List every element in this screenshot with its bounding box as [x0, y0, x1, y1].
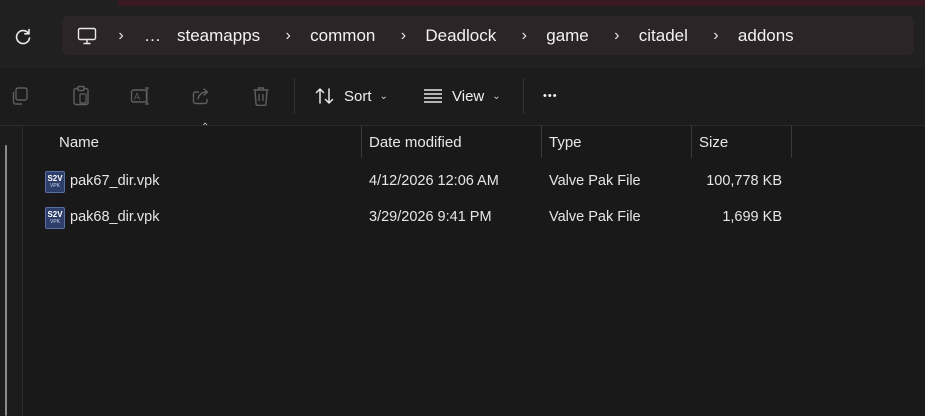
window-edge: [118, 0, 925, 6]
vpk-file-icon: S2V VPK: [45, 171, 65, 193]
file-icon-label: S2V: [47, 174, 63, 183]
breadcrumb-chevron[interactable]: ›: [516, 27, 532, 44]
refresh-button[interactable]: [10, 24, 36, 50]
column-header-name[interactable]: Name: [59, 126, 359, 158]
paste-button[interactable]: [70, 85, 92, 107]
clipboard-icon: [73, 85, 89, 106]
more-icon: •••: [543, 90, 558, 102]
file-name[interactable]: pak68_dir.vpk: [70, 199, 159, 235]
table-row[interactable]: S2V VPK pak68_dir.vpk 3/29/2026 9:41 PM …: [22, 199, 925, 235]
file-type: Valve Pak File: [549, 209, 641, 225]
column-divider[interactable]: [691, 126, 692, 158]
file-size: 1,699 KB: [722, 209, 782, 225]
file-icon-label: S2V: [47, 210, 63, 219]
file-type: Valve Pak File: [549, 173, 641, 189]
file-icon-sublabel: VPK: [49, 183, 60, 189]
copy-button[interactable]: [9, 85, 31, 107]
file-icon-sublabel: VPK: [49, 219, 60, 225]
trash-icon: [253, 87, 269, 106]
share-button[interactable]: [190, 85, 212, 107]
command-bar: A Sort ⌄ View ⌄ •••: [0, 68, 925, 126]
vpk-file-icon: S2V VPK: [45, 207, 65, 229]
column-header-size[interactable]: Size: [699, 126, 789, 158]
delete-button[interactable]: [250, 85, 272, 107]
chevron-down-icon: ⌄: [379, 90, 388, 102]
breadcrumb-chevron[interactable]: ›: [708, 27, 724, 44]
rename-icon: A: [130, 87, 149, 105]
column-header-type[interactable]: Type: [549, 126, 689, 158]
breadcrumb-citadel[interactable]: citadel: [639, 27, 688, 44]
view-label: View: [452, 87, 485, 105]
breadcrumb-chevron: ›: [118, 26, 124, 44]
file-size: 100,778 KB: [706, 173, 782, 189]
breadcrumb-chevron[interactable]: ›: [609, 27, 625, 44]
file-date: 3/29/2026 9:41 PM: [369, 209, 492, 225]
more-options-button[interactable]: •••: [543, 82, 558, 110]
view-list-icon: [424, 89, 442, 103]
view-button[interactable]: View ⌄: [422, 82, 501, 110]
breadcrumb-addons[interactable]: addons: [738, 27, 794, 44]
this-pc-button[interactable]: [76, 25, 98, 47]
file-name[interactable]: pak67_dir.vpk: [70, 163, 159, 199]
chevron-down-icon: ⌄: [492, 90, 501, 102]
column-divider[interactable]: [361, 126, 362, 158]
breadcrumb-overflow-button[interactable]: …: [144, 27, 161, 44]
file-date: 4/12/2026 12:06 AM: [369, 173, 499, 189]
column-header-name-label: Name: [59, 133, 100, 151]
column-header-size-label: Size: [699, 133, 729, 151]
toolbar-separator: [523, 78, 524, 114]
breadcrumb-deadlock[interactable]: Deadlock: [425, 27, 496, 44]
navigation-scrollbar[interactable]: [5, 145, 7, 416]
sort-label: Sort: [344, 87, 372, 105]
share-icon: [192, 88, 209, 105]
refresh-icon: [15, 28, 31, 45]
column-divider[interactable]: [541, 126, 542, 158]
rename-button[interactable]: A: [130, 85, 152, 107]
file-explorer-window: › … steamapps › common › Deadlock › game…: [0, 0, 925, 416]
column-header-date[interactable]: Date modified: [369, 126, 539, 158]
column-divider[interactable]: [791, 126, 792, 158]
copy-icon: [12, 87, 28, 105]
computer-icon: [77, 27, 97, 44]
column-header-date-label: Date modified: [369, 133, 462, 151]
breadcrumb-common[interactable]: common: [310, 27, 375, 44]
breadcrumb-chevron[interactable]: ›: [395, 27, 411, 44]
navigation-pane[interactable]: [0, 126, 23, 416]
sort-button[interactable]: Sort ⌄: [314, 82, 388, 110]
breadcrumb-chevron[interactable]: ›: [280, 27, 296, 44]
toolbar-separator: [294, 78, 295, 114]
sort-icon: [315, 88, 334, 104]
title-strip: › … steamapps › common › Deadlock › game…: [0, 0, 925, 68]
svg-text:A: A: [134, 92, 140, 102]
breadcrumb-steamapps[interactable]: steamapps: [177, 27, 260, 44]
column-header-type-label: Type: [549, 133, 582, 151]
breadcrumb-game[interactable]: game: [546, 27, 589, 44]
table-row[interactable]: S2V VPK pak67_dir.vpk 4/12/2026 12:06 AM…: [22, 163, 925, 199]
address-bar[interactable]: › … steamapps › common › Deadlock › game…: [62, 16, 914, 55]
